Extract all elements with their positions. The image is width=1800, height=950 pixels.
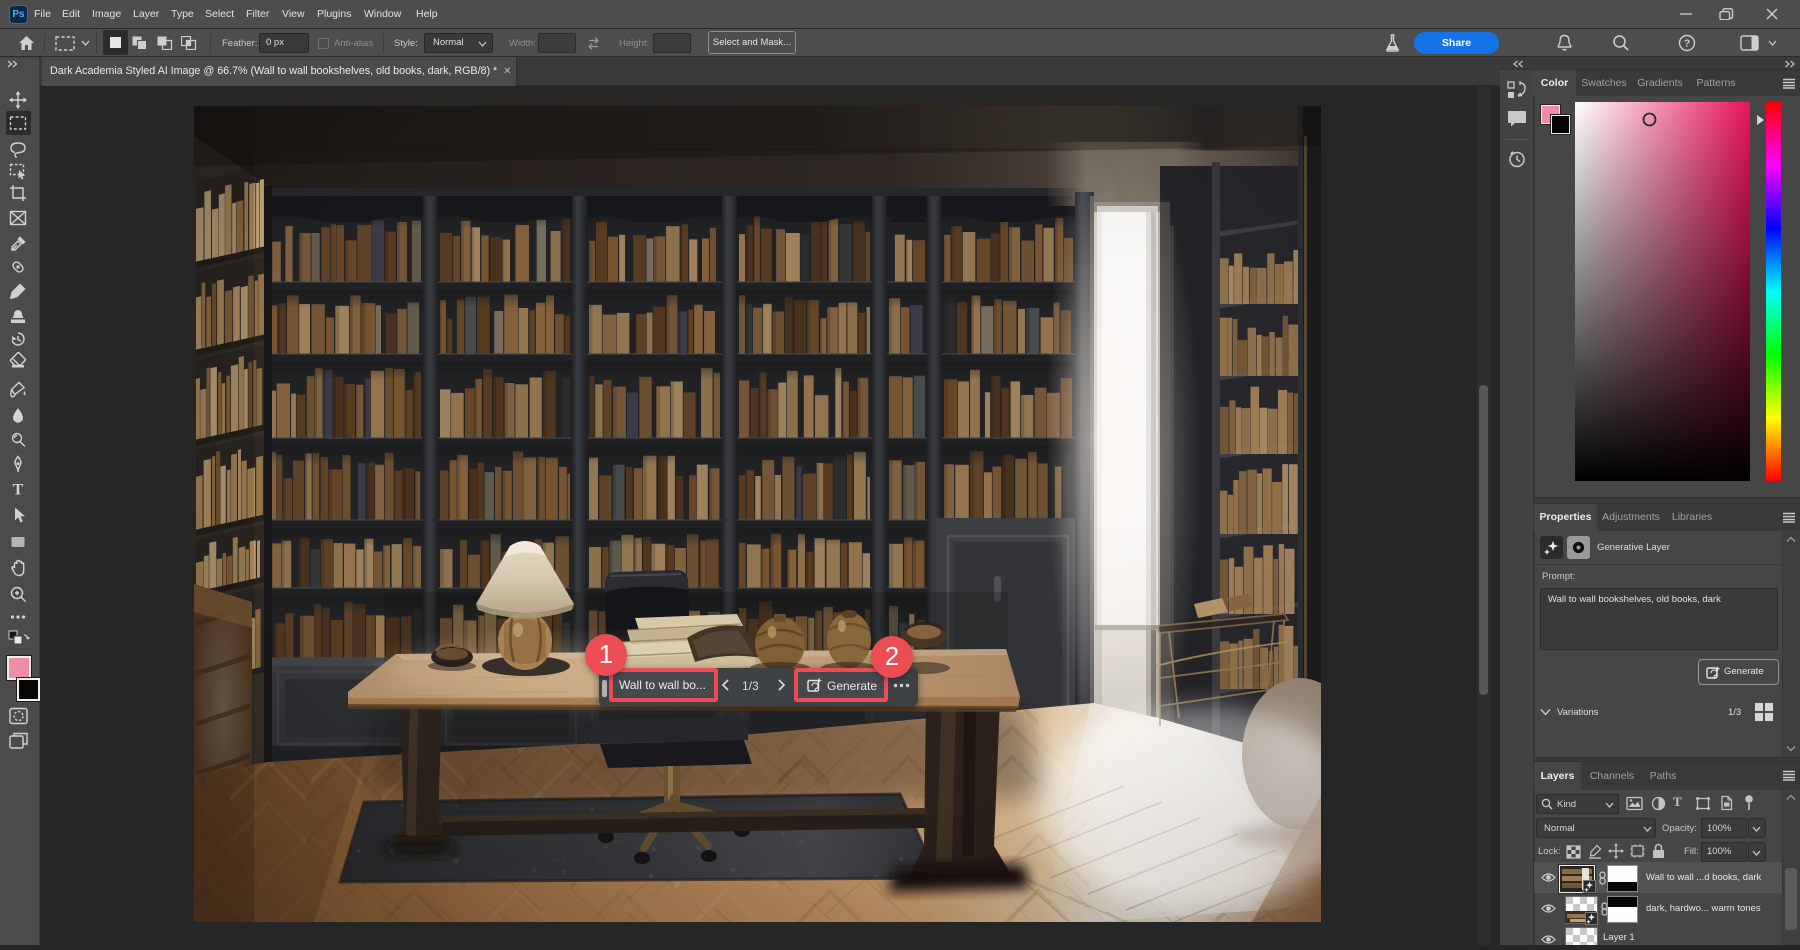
- svg-text:?: ?: [1684, 38, 1690, 50]
- svg-text:T: T: [13, 482, 24, 499]
